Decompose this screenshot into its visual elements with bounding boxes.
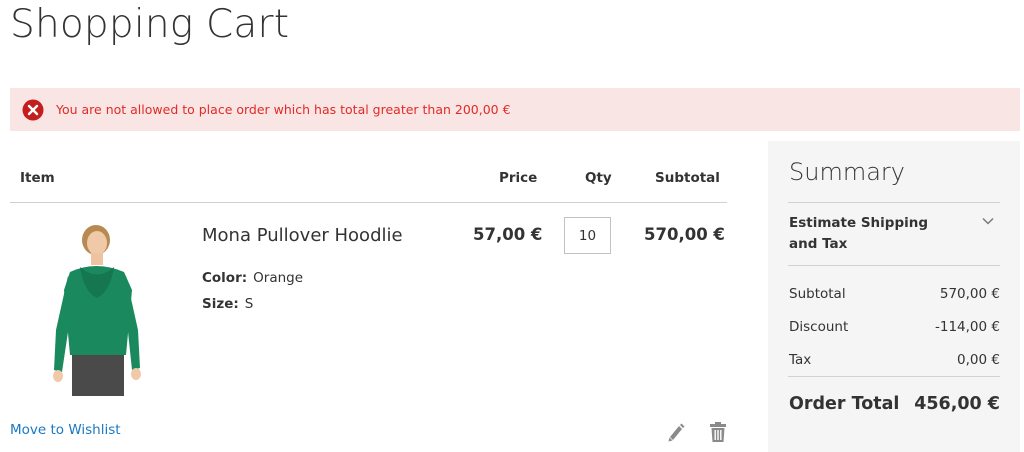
option-label: Color: (202, 270, 248, 286)
header-price: Price (499, 170, 538, 186)
product-option-color: Color: Orange (202, 270, 303, 286)
summary-divider (788, 376, 1000, 377)
option-value: Orange (253, 270, 304, 286)
pencil-icon[interactable] (666, 421, 686, 443)
option-value: S (244, 296, 254, 312)
header-qty: Qty (585, 170, 612, 186)
summary-row-subtotal: Subtotal 570,00 € (789, 286, 1000, 302)
page-title: Shopping Cart (10, 2, 290, 47)
error-message: You are not allowed to place order which… (10, 88, 1020, 131)
summary-row-tax: Tax 0,00 € (789, 352, 1000, 368)
summary-row-discount: Discount -114,00 € (789, 319, 1000, 335)
order-total-label: Order Total (789, 394, 900, 414)
order-total-value: 456,00 € (914, 394, 1000, 414)
qty-input[interactable] (564, 217, 611, 254)
item-price: 57,00 € (473, 225, 543, 244)
product-name-link[interactable]: Mona Pullover Hoodlie (202, 225, 403, 246)
summary-divider (788, 265, 1000, 266)
summary-label: Tax (789, 352, 812, 368)
header-divider (10, 202, 727, 203)
option-label: Size: (202, 296, 239, 312)
trash-icon[interactable] (709, 420, 727, 444)
product-option-size: Size: S (202, 296, 253, 312)
order-summary: Summary Estimate Shipping and Tax Subtot… (768, 141, 1020, 452)
summary-value: 570,00 € (939, 286, 1000, 302)
error-x-icon (22, 99, 44, 121)
item-subtotal: 570,00 € (644, 225, 725, 244)
summary-title: Summary (789, 158, 905, 186)
product-image[interactable] (40, 220, 160, 396)
move-to-wishlist-link[interactable]: Move to Wishlist (10, 422, 121, 438)
summary-label: Discount (789, 319, 849, 335)
header-subtotal: Subtotal (655, 170, 720, 186)
summary-value: -114,00 € (935, 319, 1000, 335)
summary-label: Subtotal (789, 286, 846, 302)
estimate-shipping-toggle[interactable]: Estimate Shipping and Tax (789, 213, 959, 255)
header-item: Item (20, 170, 55, 186)
summary-divider (788, 202, 1000, 203)
error-message-text: You are not allowed to place order which… (56, 102, 511, 117)
chevron-down-icon[interactable] (981, 214, 995, 228)
summary-value: 0,00 € (957, 352, 1000, 368)
order-total: Order Total 456,00 € (789, 394, 1000, 414)
